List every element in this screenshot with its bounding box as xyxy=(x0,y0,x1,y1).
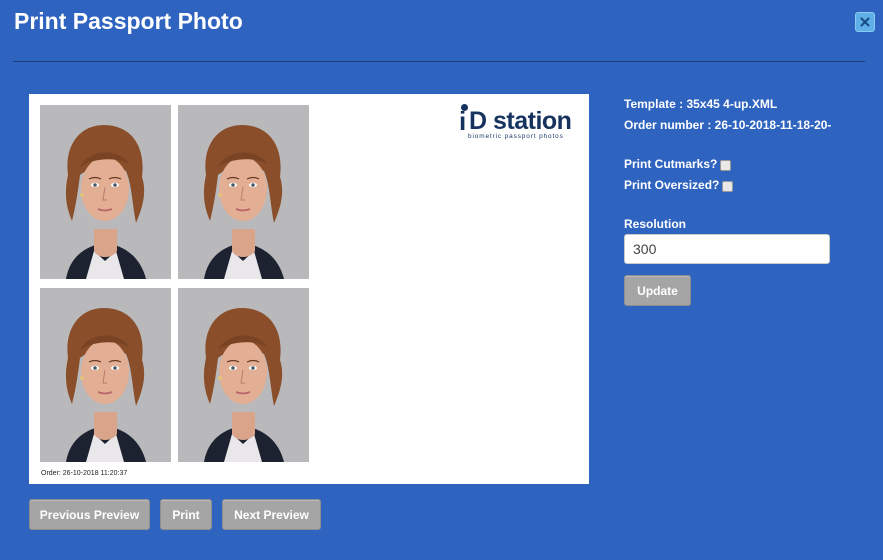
print-oversized-checkbox[interactable] xyxy=(722,180,734,192)
passport-photo xyxy=(178,105,309,279)
print-cutmarks-option[interactable]: Print Cutmarks? xyxy=(624,157,732,171)
close-icon xyxy=(860,17,870,27)
dialog-title: Print Passport Photo xyxy=(14,8,243,34)
order-caption: Order: 26-10-2018 11:20:37 xyxy=(41,470,128,477)
resolution-input[interactable] xyxy=(624,234,830,264)
header-divider xyxy=(13,61,865,62)
print-button[interactable]: Print xyxy=(160,499,212,530)
previous-preview-button[interactable]: Previous Preview xyxy=(29,499,150,530)
print-preview: i D station biometric passport photos Or… xyxy=(29,94,589,484)
next-preview-button[interactable]: Next Preview xyxy=(222,499,321,530)
idstation-logo: i D station biometric passport photos xyxy=(459,104,572,140)
close-button[interactable] xyxy=(855,12,875,32)
resolution-label: Resolution xyxy=(624,217,686,231)
print-oversized-option[interactable]: Print Oversized? xyxy=(624,178,734,192)
passport-photo xyxy=(40,105,171,279)
update-button[interactable]: Update xyxy=(624,275,691,306)
print-cutmarks-checkbox[interactable] xyxy=(720,159,732,171)
order-number-info: Order number : 26-10-2018-11-18-20- xyxy=(624,118,832,132)
passport-photo xyxy=(178,288,309,462)
print-cutmarks-label: Print Cutmarks? xyxy=(624,157,718,171)
print-oversized-label: Print Oversized? xyxy=(624,178,720,192)
passport-photo xyxy=(40,288,171,462)
template-info: Template : 35x45 4-up.XML xyxy=(624,97,778,111)
logo-tagline: biometric passport photos xyxy=(468,133,564,140)
